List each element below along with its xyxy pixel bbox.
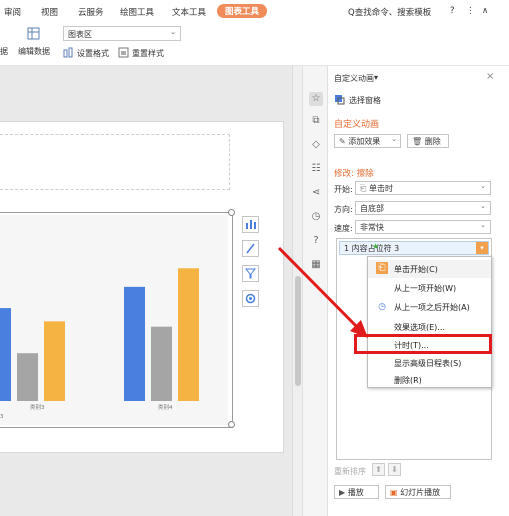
annotation-arrow <box>277 246 368 338</box>
